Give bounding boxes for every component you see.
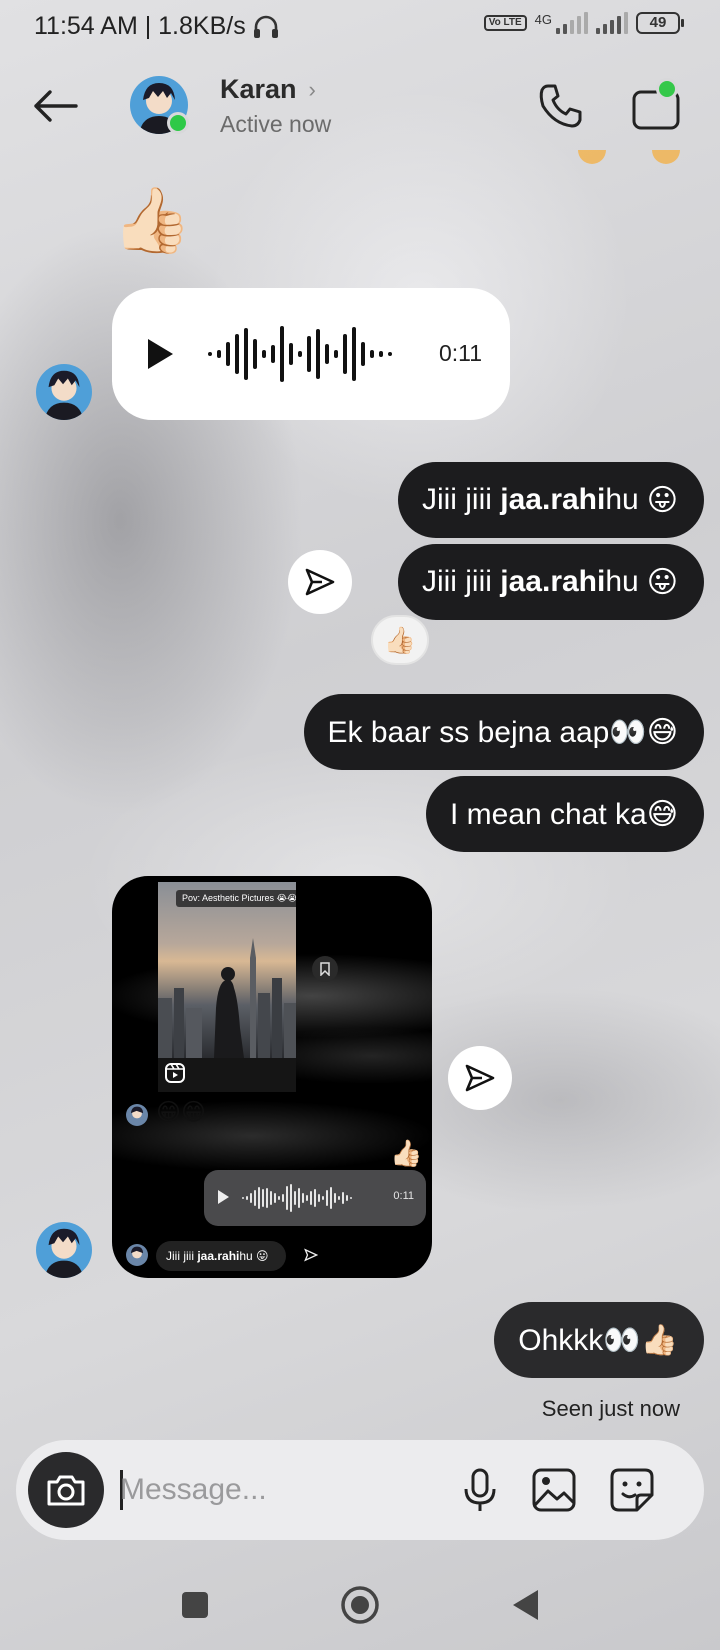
outgoing-message[interactable]: Ek baar ss bejna aap👀😅 <box>303 694 704 770</box>
received-emoji-message[interactable]: 👍🏻 <box>112 188 192 252</box>
signal-icon-2 <box>596 12 628 34</box>
sender-avatar[interactable] <box>36 1222 92 1278</box>
city-skyline <box>158 938 296 1058</box>
message-text: Jiii jiii <box>166 1249 194 1263</box>
recent-apps-button[interactable] <box>170 1580 220 1630</box>
back-nav-button[interactable] <box>500 1580 550 1630</box>
outgoing-message[interactable]: Jiii jiii jaa.rahi hu 😛 <box>397 462 704 538</box>
outgoing-message[interactable]: I mean chat ka😅 <box>425 776 704 852</box>
play-icon <box>218 1190 229 1204</box>
image-icon <box>532 1468 576 1512</box>
microphone-button[interactable] <box>456 1466 504 1514</box>
voice-message: 0:11 <box>112 288 510 420</box>
send-icon <box>305 568 335 596</box>
camera-button[interactable] <box>28 1452 104 1528</box>
reels-icon <box>164 1062 186 1089</box>
play-icon <box>148 339 173 369</box>
seen-status: Seen just now <box>541 1396 680 1421</box>
send-icon <box>465 1064 495 1092</box>
mini-voice-duration: 0:11 <box>393 1190 414 1202</box>
arrow-left-icon <box>34 90 78 122</box>
message-bold-text: jaa.rahi <box>197 1249 240 1263</box>
reaction-chip[interactable]: 👍🏻 <box>371 615 429 665</box>
reel-preview[interactable]: Pov: Aesthetic Pictures 😭😭 <box>158 882 296 1058</box>
message-text: Jiii jiii <box>421 483 492 516</box>
voice-waveform[interactable] <box>208 324 392 384</box>
shared-screenshot[interactable]: Pov: Aesthetic Pictures 😭😭 😁😁 👍🏻 0:11 Ji… <box>112 876 432 1278</box>
network-type: 4G <box>534 12 552 27</box>
message-text: Jiii jiii <box>421 565 492 598</box>
status-bar: 11:54 AM | 1.8KB/s Vo LTE 4G 49 <box>0 0 720 54</box>
contact-name-link[interactable]: Karan › <box>220 74 316 105</box>
video-active-indicator <box>656 78 678 100</box>
camera-icon <box>47 1475 85 1506</box>
chevron-right-icon: › <box>308 76 316 102</box>
share-screenshot-button[interactable] <box>448 1046 512 1110</box>
outgoing-message[interactable]: Ohkkk👀👍🏻 <box>494 1302 704 1378</box>
message-text: hu <box>605 565 639 598</box>
sender-avatar[interactable] <box>36 364 92 420</box>
contact-status: Active now <box>220 111 332 137</box>
voice-duration: 0:11 <box>438 340 482 366</box>
headphones-icon <box>253 15 278 38</box>
online-indicator <box>167 112 189 134</box>
reel-caption: Pov: Aesthetic Pictures 😭😭 <box>176 890 296 907</box>
contact-name: Karan <box>220 74 297 104</box>
outgoing-message[interactable]: Jiii jiii jaa.rahi hu 😛 <box>397 544 704 620</box>
mini-avatar <box>126 1244 148 1266</box>
share-message-button[interactable] <box>288 550 352 614</box>
mini-thumb-emoji: 👍🏻 <box>390 1138 423 1168</box>
send-icon <box>304 1248 319 1267</box>
message-text: hu 😛 <box>239 1249 269 1263</box>
message-text: hu <box>605 483 639 516</box>
gallery-button[interactable] <box>530 1466 578 1514</box>
square-icon <box>182 1592 208 1618</box>
phone-icon <box>539 84 582 128</box>
mini-voice-message: 0:11 <box>204 1170 426 1226</box>
home-button[interactable] <box>335 1580 385 1630</box>
sticker-icon <box>610 1468 654 1512</box>
back-button[interactable] <box>30 86 80 126</box>
mini-emoji-message: 😁😁 <box>156 1099 207 1126</box>
mini-waveform <box>242 1182 352 1214</box>
signal-icon <box>556 12 588 34</box>
bookmark-icon <box>312 956 338 982</box>
voice-call-button[interactable] <box>534 80 586 132</box>
message-emoji: 😛 <box>646 483 678 517</box>
chat-header: Karan › Active now <box>0 66 720 156</box>
message-input[interactable] <box>120 1462 440 1518</box>
volte-badge: Vo LTE <box>483 15 527 31</box>
message-composer <box>16 1440 704 1540</box>
mini-message: Jiii jiii jaa.rahi hu 😛 <box>156 1241 286 1271</box>
message-emoji: 😛 <box>646 565 678 599</box>
circle-icon <box>341 1586 379 1624</box>
status-time-speed: 11:54 AM | 1.8KB/s <box>34 12 246 40</box>
microphone-icon <box>464 1468 496 1511</box>
triangle-back-icon <box>513 1590 538 1620</box>
battery-icon: 49 <box>636 12 684 34</box>
message-bold-text: jaa.rahi <box>500 565 606 598</box>
mini-avatar <box>126 1104 148 1126</box>
message-bold-text: jaa.rahi <box>500 483 606 516</box>
play-button[interactable] <box>144 336 176 377</box>
sticker-button[interactable] <box>608 1466 656 1514</box>
system-navigation-bar <box>0 1560 720 1650</box>
